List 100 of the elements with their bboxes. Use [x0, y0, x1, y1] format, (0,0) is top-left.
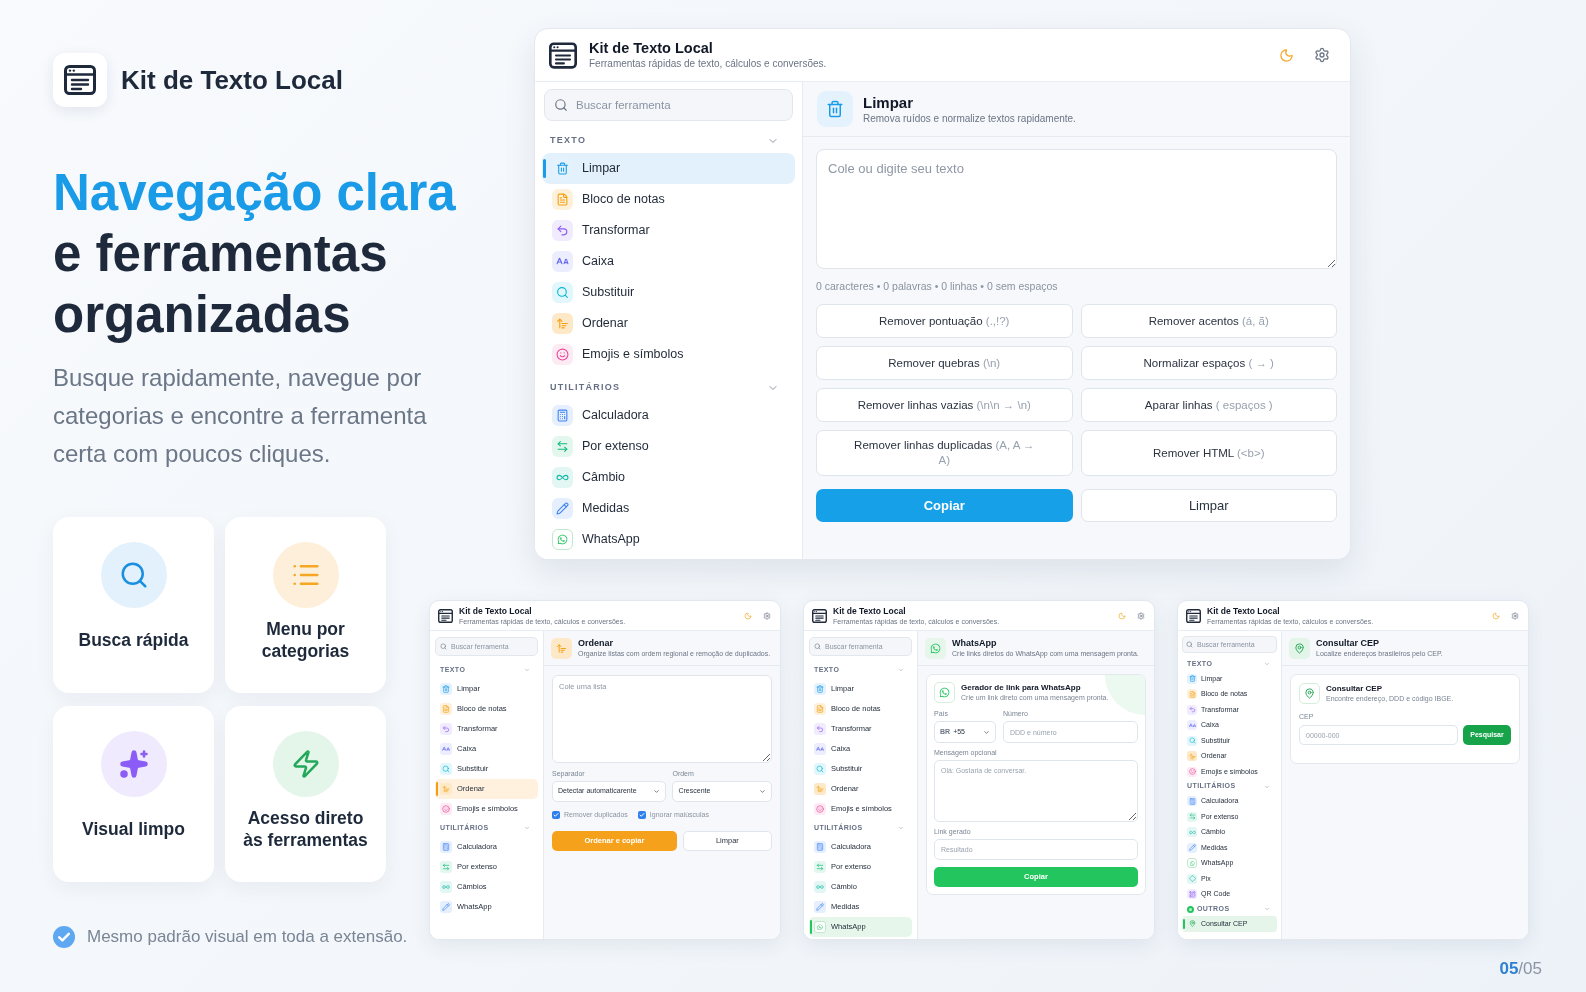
magnifier-icon	[552, 282, 573, 303]
chevron-icon	[653, 788, 661, 795]
trash-icon	[1187, 673, 1197, 684]
action-button[interactable]: Aparar linhas ( espaços )	[1080, 388, 1337, 422]
window-title: Kit de Texto Local	[589, 39, 714, 57]
chat-phone-icon	[934, 682, 955, 703]
sort-icon	[440, 783, 452, 795]
search-field[interactable]: Buscar ferramenta	[544, 89, 793, 121]
check-circle-icon	[53, 925, 75, 948]
moon-icon[interactable]	[744, 611, 752, 620]
diamond-icon	[1187, 873, 1197, 884]
feature-title: Menu por categorias	[260, 617, 351, 662]
app-window-icon	[438, 608, 453, 623]
nav-item[interactable]: Limpar	[542, 153, 795, 184]
swap-arrows-icon	[552, 436, 573, 457]
nav-item[interactable]: Por extenso	[542, 431, 795, 462]
sort-icon	[1187, 751, 1197, 762]
settings-icon[interactable]	[1314, 47, 1330, 63]
curved-arrow-icon	[1187, 704, 1197, 715]
card-title: Consultar CEP	[1326, 684, 1383, 694]
chat-phone-icon	[814, 921, 826, 933]
letter-case-icon	[1187, 720, 1197, 731]
search-icon	[554, 98, 568, 112]
app-window-icon	[1186, 608, 1201, 623]
smiley-icon	[440, 803, 452, 815]
pencil-icon	[1187, 842, 1197, 853]
moon-icon[interactable]	[1118, 611, 1126, 620]
action-button[interactable]: Remover acentos (á, ã)	[1080, 304, 1337, 338]
card-title: Gerador de link para WhatsApp	[961, 683, 1082, 693]
chevron-icon	[759, 788, 766, 795]
tool-title: WhatsApp	[952, 638, 998, 649]
search-icon	[1186, 641, 1193, 648]
tool-description: Remova ruídos e normalize textos rapidamente.	[863, 111, 1076, 126]
sort-icon	[551, 637, 572, 659]
nav-item[interactable]: Medidas	[542, 493, 795, 524]
section-label: UTILITÁRIOS	[550, 381, 621, 395]
search-icon	[814, 643, 821, 650]
clear-button[interactable]: Limpar	[1080, 489, 1337, 522]
app-window-icon	[812, 608, 827, 623]
document-icon	[552, 189, 573, 210]
nav-item[interactable]: Ordenar	[542, 308, 795, 339]
magnifier-icon	[1187, 735, 1197, 746]
magnifier-icon	[814, 763, 826, 775]
chevron-icon[interactable]	[898, 667, 904, 673]
settings-icon[interactable]	[763, 611, 771, 620]
chevron-icon[interactable]	[1264, 661, 1270, 667]
action-button[interactable]: Remover linhas vazias (\n\n → \n)	[816, 388, 1073, 422]
nav-item[interactable]: Câmbio	[542, 462, 795, 493]
text-stats: 0 caracteres • 0 palavras • 0 linhas • 0 sem espaços	[816, 279, 1059, 293]
infinity-icon	[814, 881, 826, 893]
curved-arrow-icon	[552, 220, 573, 241]
action-button[interactable]: Remover pontuação (.,!?)	[816, 304, 1073, 338]
chevron-icon[interactable]	[1264, 906, 1270, 912]
action-button[interactable]: Normalizar espaços ( → )	[1080, 346, 1337, 380]
pencil-icon	[440, 901, 452, 913]
checkbox[interactable]	[552, 811, 560, 820]
action-button[interactable]: Remover HTML (<b>)	[1080, 430, 1337, 476]
nav-item[interactable]: Transformar	[542, 215, 795, 246]
moon-icon[interactable]	[1492, 611, 1500, 620]
footer-note: Mesmo padrão visual em toda a extensão.	[87, 926, 408, 948]
trash-icon	[817, 91, 853, 127]
window-title: Kit de Texto Local	[1207, 605, 1281, 617]
nav-item[interactable]: Substituir	[542, 277, 795, 308]
smiley-icon	[552, 344, 573, 365]
map-pin-icon	[1299, 683, 1320, 704]
chevron-icon[interactable]	[1264, 783, 1270, 790]
trash-icon	[814, 683, 826, 695]
window-subtitle: Ferramentas rápidas de texto, cálculos e conversões.	[589, 57, 827, 71]
text-input[interactable]: Cole ou digite seu texto	[816, 149, 1337, 269]
chevron-icon[interactable]	[898, 825, 904, 831]
ring-icon	[1187, 905, 1194, 913]
feature-title: Visual limpo	[82, 817, 185, 840]
checkbox[interactable]	[637, 811, 646, 820]
headline: Navegação clara e ferramentas organizadas	[53, 163, 457, 345]
settings-icon[interactable]	[1137, 611, 1145, 620]
chat-phone-icon	[925, 637, 946, 659]
page-indicator: 05/05	[1499, 958, 1542, 980]
nav-item[interactable]: Caixa	[542, 246, 795, 277]
action-button[interactable]: Remover quebras (\n)	[816, 346, 1073, 380]
smiley-icon	[814, 803, 826, 815]
chat-phone-icon	[1187, 858, 1197, 869]
infinity-icon	[1187, 827, 1197, 838]
chevron-icon[interactable]	[524, 825, 530, 831]
document-icon	[1187, 689, 1197, 700]
document-icon	[814, 703, 826, 715]
nav-item[interactable]: WhatsApp	[542, 524, 795, 555]
chevron-icon	[983, 728, 990, 736]
moon-icon[interactable]	[1279, 47, 1294, 63]
infinity-icon	[552, 467, 573, 488]
chevron-icon[interactable]	[524, 667, 530, 673]
sort-icon	[552, 313, 573, 334]
section-label: TEXTO	[550, 134, 587, 148]
settings-icon[interactable]	[1511, 611, 1519, 620]
tool-title: Limpar	[863, 92, 914, 112]
nav-item[interactable]: Emojis e símbolos	[542, 339, 795, 370]
action-button[interactable]: Remover linhas duplicadas (A, A → A)	[816, 430, 1073, 476]
nav-item[interactable]: Calculadora	[542, 400, 795, 431]
nav-item[interactable]: Bloco de notas	[542, 184, 795, 215]
pencil-icon	[552, 498, 573, 519]
map-pin-icon	[1289, 637, 1310, 659]
